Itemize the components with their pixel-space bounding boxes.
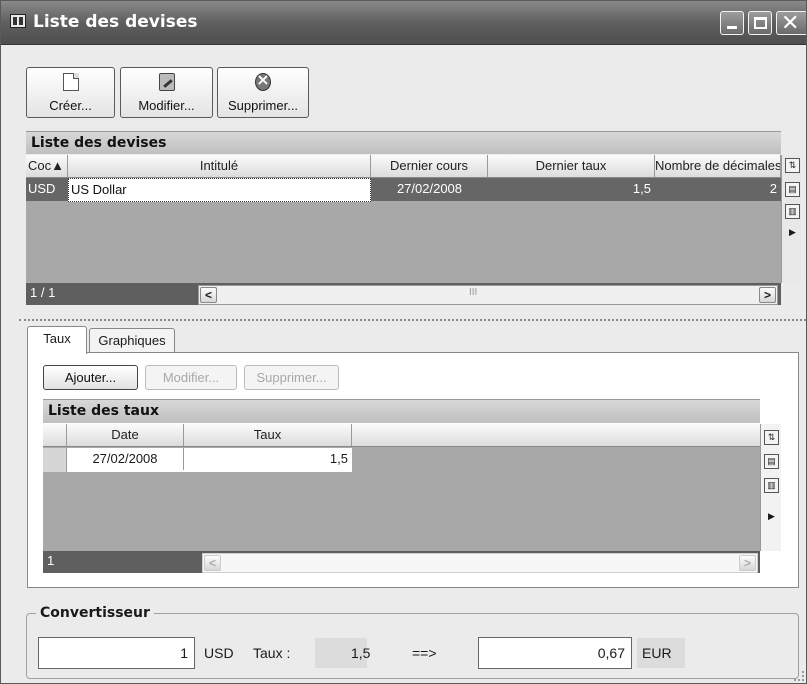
from-currency: USD: [204, 645, 234, 661]
rates-horizontal-scrollbar[interactable]: < >: [202, 553, 758, 573]
conversion-arrow: ==>: [412, 645, 437, 661]
maximize-icon: [754, 17, 767, 29]
grid-side-toolbar: ⇅ ▤ ▥ ▶: [781, 155, 801, 283]
row-selector-header: [43, 424, 67, 447]
close-button[interactable]: ✕: [776, 11, 806, 36]
sort-icon[interactable]: ⇅: [785, 158, 800, 173]
scroll-left-arrow-icon[interactable]: <: [204, 555, 221, 571]
row-selector[interactable]: [43, 448, 67, 472]
rate-value: 1,5: [315, 638, 370, 668]
maximize-button[interactable]: [748, 11, 772, 35]
delete-button[interactable]: Supprimer...: [217, 67, 309, 118]
currency-horizontal-scrollbar[interactable]: < III >: [198, 285, 778, 305]
splitter[interactable]: [19, 319, 806, 321]
delete-icon: [255, 70, 271, 91]
minimize-button[interactable]: [720, 11, 744, 35]
scroll-right-arrow-icon[interactable]: >: [739, 555, 756, 571]
minimize-icon: [727, 26, 737, 29]
column-header-last-rate[interactable]: Dernier taux: [488, 155, 655, 178]
rate-label: Taux :: [253, 645, 291, 661]
amount-input[interactable]: 1: [38, 637, 195, 669]
print-icon[interactable]: ▥: [785, 204, 800, 219]
currency-pager: 1 / 1: [30, 285, 56, 300]
create-button[interactable]: Créer...: [26, 67, 115, 118]
cell-last-date: 27/02/2008: [396, 181, 463, 196]
delete-button-label: Supprimer...: [227, 98, 299, 113]
currency-list-title: Liste des devises: [26, 131, 781, 154]
title-bar[interactable]: Liste des devises ✕: [1, 1, 806, 45]
edit-rate-button[interactable]: Modifier...: [145, 365, 237, 390]
table-row[interactable]: 27/02/2008 1,5: [43, 448, 352, 472]
rates-grid[interactable]: Date Taux 27/02/2008 1,5: [43, 424, 760, 551]
new-document-icon: [62, 73, 79, 91]
grid-window-icon: [10, 14, 26, 28]
cell-decimals: 2: [769, 181, 777, 196]
column-header-decimals[interactable]: Nombre de décimales: [655, 155, 781, 178]
edit-button[interactable]: Modifier...: [120, 67, 213, 118]
print-icon[interactable]: ▥: [764, 478, 779, 493]
column-header-label[interactable]: Intitulé: [68, 155, 371, 178]
edit-icon: [158, 73, 175, 91]
rates-pager: 1: [47, 553, 55, 568]
column-header-code[interactable]: Coc▲: [26, 155, 68, 178]
resize-grip-icon[interactable]: [794, 671, 804, 681]
window-title: Liste des devises: [33, 12, 198, 32]
export-icon[interactable]: ▤: [764, 454, 779, 469]
currency-list-window: Liste des devises ✕ Créer... Modifier...…: [0, 0, 807, 684]
rates-list-title: Liste des taux: [43, 399, 760, 423]
add-rate-button[interactable]: Ajouter...: [43, 365, 138, 390]
cell-code: USD: [28, 181, 56, 196]
table-row[interactable]: USD US Dollar 27/02/2008 1,5 2: [26, 178, 781, 202]
play-icon[interactable]: ▶: [764, 510, 779, 525]
column-header-last-date[interactable]: Dernier cours: [371, 155, 488, 178]
converter-title: Convertisseur: [36, 605, 154, 621]
play-icon[interactable]: ▶: [785, 226, 800, 241]
column-header-empty: [352, 424, 760, 447]
scroll-right-arrow-icon[interactable]: >: [759, 287, 776, 303]
cell-rate: 1,5: [329, 451, 348, 466]
scroll-thumb-grip: III: [469, 287, 478, 298]
close-icon: ✕: [781, 11, 800, 36]
cell-last-rate: 1,5: [632, 181, 651, 196]
edit-button-label: Modifier...: [138, 98, 195, 113]
tab-rates[interactable]: Taux: [27, 326, 87, 354]
currency-grid[interactable]: Coc▲ Intitulé Dernier cours Dernier taux…: [26, 155, 781, 283]
delete-rate-button[interactable]: Supprimer...: [244, 365, 339, 390]
column-header-date[interactable]: Date: [67, 424, 184, 447]
scroll-left-arrow-icon[interactable]: <: [200, 287, 217, 303]
export-icon[interactable]: ▤: [785, 182, 800, 197]
cell-date: 27/02/2008: [67, 448, 184, 470]
result-field[interactable]: 0,67: [478, 637, 632, 669]
to-currency: EUR: [637, 638, 685, 668]
create-button-label: Créer...: [49, 98, 92, 113]
tab-charts[interactable]: Graphiques: [89, 328, 175, 354]
column-header-rate[interactable]: Taux: [184, 424, 352, 447]
sort-icon[interactable]: ⇅: [764, 430, 779, 445]
rates-grid-side-toolbar: ⇅ ▤ ▥ ▶: [760, 424, 781, 551]
cell-label[interactable]: US Dollar: [68, 178, 371, 202]
